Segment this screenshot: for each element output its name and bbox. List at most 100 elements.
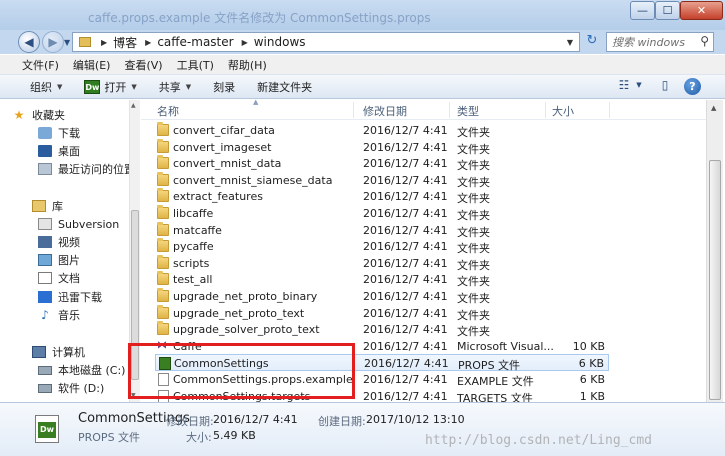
column-divider[interactable] bbox=[609, 102, 610, 118]
file-date: 2016/12/7 4:41 bbox=[363, 389, 448, 402]
nav-label: 迅雷下载 bbox=[58, 291, 102, 304]
address-row: ◀ ▶ ▼ ▶ 博客 ▶ caffe-master ▶ windows ▼ ↻ … bbox=[0, 30, 725, 54]
file-list-scrollbar[interactable]: ▲ bbox=[706, 100, 723, 402]
column-divider[interactable] bbox=[545, 102, 546, 118]
view-dropdown-icon[interactable]: ▼ bbox=[634, 81, 644, 99]
sort-indicator-icon: ▲ bbox=[253, 100, 259, 106]
file-row[interactable]: upgrade_net_proto_binary 2016/12/7 4:41 文件… bbox=[155, 288, 609, 305]
file-row[interactable]: upgrade_net_proto_text 2016/12/7 4:41 文件夹 bbox=[155, 304, 609, 322]
file-name: upgrade_net_proto_binary bbox=[173, 290, 318, 303]
nav-drive-d[interactable]: 软件 (D:) bbox=[38, 379, 104, 397]
file-date: 2016/12/7 4:41 bbox=[364, 357, 449, 371]
open-button[interactable]: Dw 打开 ▼ bbox=[84, 79, 137, 95]
file-row[interactable]: convert_imageset 2016/12/7 4:41 文件夹 bbox=[155, 138, 609, 156]
nav-label: 文档 bbox=[58, 272, 80, 285]
libraries-icon bbox=[32, 200, 46, 212]
address-bar[interactable]: ▶ 博客 ▶ caffe-master ▶ windows ▼ bbox=[72, 32, 580, 52]
folder-icon bbox=[157, 122, 169, 136]
column-type[interactable]: 类型 bbox=[457, 103, 479, 119]
burn-button[interactable]: 刻录 bbox=[213, 79, 235, 95]
file-row[interactable]: libcaffe 2016/12/7 4:41 文件夹 bbox=[155, 205, 609, 222]
file-row[interactable]: upgrade_solver_proto_text 2016/12/7 4:41 文… bbox=[155, 321, 609, 338]
help-icon[interactable]: ? bbox=[684, 78, 701, 95]
file-name: convert_imageset bbox=[173, 140, 272, 154]
file-date: 2016/12/7 4:41 bbox=[363, 140, 448, 154]
menu-edit[interactable]: 编辑(E) bbox=[73, 57, 111, 73]
file-row[interactable]: test_all 2016/12/7 4:41 文件夹 bbox=[155, 271, 609, 288]
file-name: scripts bbox=[173, 256, 210, 270]
nav-drive-c[interactable]: 本地磁盘 (C:) bbox=[38, 361, 125, 379]
file-size: 1 KB bbox=[579, 389, 605, 402]
file-name: extract_features bbox=[173, 190, 263, 204]
column-divider[interactable] bbox=[353, 102, 354, 118]
share-button[interactable]: 共享 ▼ bbox=[159, 79, 191, 95]
file-date: 2016/12/7 4:41 bbox=[363, 373, 448, 386]
file-size: 6 KB bbox=[578, 357, 604, 371]
search-box[interactable]: ⚲ bbox=[606, 32, 714, 52]
nav-favorites[interactable]: ★ 收藏夹 bbox=[12, 106, 65, 124]
menu-view[interactable]: 查看(V) bbox=[124, 57, 162, 73]
search-icon[interactable]: ⚲ bbox=[700, 34, 709, 48]
organize-button[interactable]: 组织 ▼ bbox=[30, 79, 62, 95]
computer-icon bbox=[32, 346, 46, 358]
nav-pictures[interactable]: 图片 bbox=[38, 251, 80, 269]
scroll-up-icon[interactable]: ▲ bbox=[711, 104, 716, 112]
forward-button[interactable]: ▶ bbox=[42, 31, 64, 53]
organize-label: 组织 bbox=[30, 80, 52, 94]
recent-pages-dropdown-icon[interactable]: ▼ bbox=[64, 38, 70, 47]
column-modified[interactable]: 修改日期 bbox=[363, 103, 407, 119]
nav-computer[interactable]: 计算机 bbox=[32, 343, 85, 361]
nav-downloads[interactable]: 下载 bbox=[38, 124, 80, 142]
detail-modified-value: 2016/12/7 4:41 bbox=[213, 413, 298, 426]
file-row[interactable]: matcaffe 2016/12/7 4:41 文件夹 bbox=[155, 221, 609, 239]
file-row[interactable]: convert_mnist_siamese_data 2016/12/7 4:41… bbox=[155, 171, 609, 189]
nav-desktop[interactable]: 桌面 bbox=[38, 142, 80, 160]
scroll-up-icon[interactable]: ▲ bbox=[131, 102, 136, 109]
file-date: 2016/12/7 4:41 bbox=[363, 124, 448, 137]
file-type: 文件夹 bbox=[457, 275, 490, 289]
nav-label: 图片 bbox=[58, 254, 80, 267]
command-bar: 组织 ▼ Dw 打开 ▼ 共享 ▼ 刻录 新建文件夹 ☷ ▼ ▯ ? bbox=[0, 75, 725, 99]
file-row[interactable]: convert_mnist_data 2016/12/7 4:41 文件夹 bbox=[155, 155, 609, 172]
breadcrumb-item[interactable]: 博客 bbox=[113, 34, 137, 51]
preview-pane-icon[interactable]: ▯ bbox=[656, 78, 674, 96]
menu-tools[interactable]: 工具(T) bbox=[177, 57, 214, 73]
folder-icon bbox=[157, 288, 169, 302]
menu-help[interactable]: 帮助(H) bbox=[228, 57, 267, 73]
nav-documents[interactable]: 文档 bbox=[38, 269, 80, 287]
nav-videos[interactable]: 视频 bbox=[38, 233, 80, 251]
new-folder-button[interactable]: 新建文件夹 bbox=[257, 79, 312, 95]
nav-music[interactable]: ♪ 音乐 bbox=[38, 306, 80, 324]
column-size[interactable]: 大小 bbox=[552, 103, 574, 119]
column-name[interactable]: 名称 bbox=[157, 103, 179, 119]
menu-file[interactable]: 文件(F) bbox=[22, 57, 59, 73]
nav-subversion[interactable]: Subversion bbox=[38, 215, 119, 233]
file-row[interactable]: pycaffe 2016/12/7 4:41 文件夹 bbox=[155, 238, 609, 255]
nav-recent-places[interactable]: 最近访问的位置 bbox=[38, 160, 135, 178]
back-button[interactable]: ◀ bbox=[18, 31, 40, 53]
file-row[interactable]: scripts 2016/12/7 4:41 文件夹 bbox=[155, 254, 609, 272]
search-input[interactable] bbox=[607, 33, 693, 51]
folder-icon bbox=[79, 37, 91, 47]
maximize-button[interactable]: ☐ bbox=[655, 1, 680, 20]
detail-file-type: PROPS 文件 bbox=[78, 431, 141, 444]
close-button[interactable]: ✕ bbox=[680, 1, 723, 20]
file-name: convert_cifar_data bbox=[173, 124, 275, 137]
address-dropdown-icon[interactable]: ▼ bbox=[567, 38, 573, 47]
file-row[interactable]: extract_features 2016/12/7 4:41 文件夹 bbox=[155, 188, 609, 205]
nav-libraries[interactable]: 库 bbox=[32, 197, 63, 215]
breadcrumb-item[interactable]: caffe-master bbox=[157, 35, 233, 49]
file-name: test_all bbox=[173, 273, 213, 287]
scrollbar-thumb[interactable] bbox=[709, 160, 721, 400]
file-type: EXAMPLE 文件 bbox=[457, 375, 534, 388]
breadcrumb-item[interactable]: windows bbox=[254, 35, 306, 49]
view-options-icon[interactable]: ☷ bbox=[616, 78, 632, 96]
burn-label: 刻录 bbox=[213, 80, 236, 94]
minimize-button[interactable]: — bbox=[630, 1, 655, 20]
column-divider[interactable] bbox=[449, 102, 450, 118]
nav-thunder-downloads[interactable]: 迅雷下载 bbox=[38, 288, 102, 306]
subversion-icon bbox=[38, 218, 52, 230]
file-row[interactable]: convert_cifar_data 2016/12/7 4:41 文件夹 bbox=[155, 122, 609, 139]
refresh-icon[interactable]: ↻ bbox=[582, 33, 602, 51]
detail-size-label: 大小: bbox=[186, 431, 212, 444]
